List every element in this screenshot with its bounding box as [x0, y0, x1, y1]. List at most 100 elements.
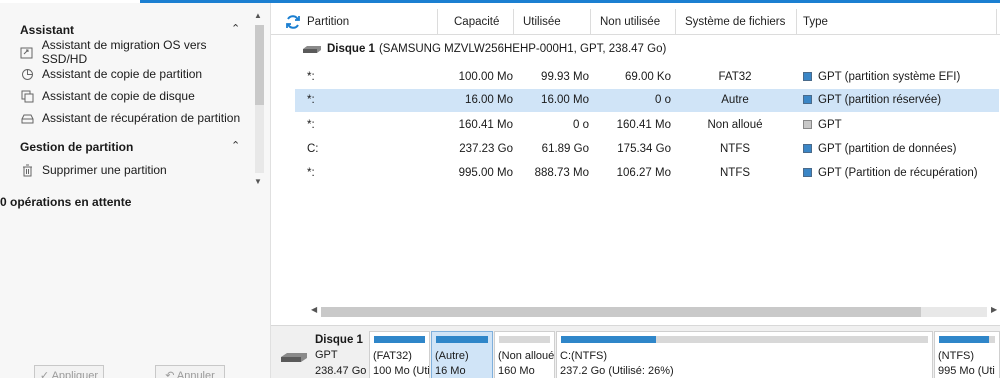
column-header-type[interactable]: Type [803, 16, 828, 28]
partition-table-panel: Partition Capacité Utilisée Non utilisée… [270, 3, 1000, 378]
disk-map-info[interactable]: Disque 1 GPT 238.47 Go [281, 331, 367, 378]
usage-bar-fill [436, 336, 488, 343]
table-row[interactable]: *: 16.00 Mo 16.00 Mo 0 o Autre GPT (part… [295, 89, 999, 112]
disk-map: Disque 1 GPT 238.47 Go (FAT32) 100 Mo (U… [271, 325, 1000, 378]
usage-bar [436, 336, 488, 343]
partition-block-size: 100 Mo (Uti [373, 365, 430, 377]
scroll-thumb[interactable] [321, 307, 921, 317]
column-header-used[interactable]: Utilisée [523, 16, 561, 28]
table-row[interactable]: *: 160.41 Mo 0 o 160.41 Mo Non alloué GP… [295, 114, 999, 137]
scroll-right-icon[interactable]: ▶ [991, 305, 997, 314]
cell-unused: 160.41 Mo [616, 119, 671, 131]
sidebar-item-label: Assistant de migration OS vers SSD/HD [41, 38, 207, 66]
scroll-track[interactable] [321, 307, 987, 317]
apply-button[interactable]: ✓ Appliquer [34, 365, 104, 378]
table-row[interactable]: C: 237.23 Go 61.89 Go 175.34 Go NTFS GPT… [295, 138, 999, 161]
cell-partition: *: [307, 94, 315, 106]
usage-bar [561, 336, 928, 343]
sidebar-item-label: Assistant de récupération de partition [42, 111, 241, 125]
left-panel: Assistant ⌃ Assistant de migration OS ve… [0, 3, 270, 378]
partition-block[interactable]: (Non alloué 160 Mo [494, 331, 555, 378]
cell-type: GPT (partition système EFI) [803, 71, 960, 83]
partition-color-swatch [803, 95, 812, 104]
cell-partition: C: [307, 143, 319, 155]
sidebar-item-copy-disk[interactable]: Assistant de copie de disque [20, 86, 195, 106]
sidebar-item-label: Assistant de copie de disque [42, 89, 195, 103]
partition-block-label: (NTFS) [938, 350, 975, 362]
left-vertical-scrollbar[interactable]: ▲ ▼ [252, 11, 266, 186]
partition-block-label: (Autre) [435, 350, 469, 362]
hard-disk-icon [303, 45, 321, 53]
table-row[interactable]: *: 100.00 Mo 99.93 Mo 69.00 Ko FAT32 GPT… [295, 66, 999, 89]
horizontal-scrollbar[interactable]: ◀ ▶ [311, 305, 1000, 319]
copy-partition-icon [20, 67, 34, 81]
usage-bar [939, 336, 995, 343]
sidebar-item-recover-partition[interactable]: Assistant de récupération de partition [20, 108, 240, 128]
cell-type-text: GPT (partition de données) [818, 143, 957, 155]
cell-unused: 69.00 Ko [624, 71, 671, 83]
trash-icon [20, 163, 34, 177]
column-divider[interactable] [796, 9, 797, 35]
hard-disk-icon [281, 353, 307, 362]
partition-color-swatch [803, 144, 812, 153]
scroll-up-icon[interactable]: ▲ [254, 11, 262, 20]
cell-used: 0 o [573, 119, 589, 131]
chevron-up-icon[interactable]: ⌃ [231, 139, 240, 152]
cell-type: GPT (partition réservée) [803, 94, 941, 106]
cell-partition: *: [307, 167, 315, 179]
disk-row[interactable]: Disque 1 (SAMSUNG MZVLW256HEHP-000H1, GP… [303, 39, 666, 59]
cell-filesystem: Autre [721, 94, 749, 106]
column-header-filesystem[interactable]: Système de fichiers [685, 16, 785, 28]
partition-color-swatch [803, 72, 812, 81]
column-divider[interactable] [513, 9, 514, 35]
partition-block[interactable]: (FAT32) 100 Mo (Uti [369, 331, 430, 378]
cell-partition: *: [307, 119, 315, 131]
cell-unused: 0 o [655, 94, 671, 106]
partition-block-label: (Non alloué [498, 350, 555, 362]
partition-block[interactable]: C:(NTFS) 237.2 Go (Utilisé: 26%) [556, 331, 933, 378]
scroll-track[interactable] [255, 25, 264, 173]
partition-block[interactable]: (NTFS) 995 Mo (Uti [934, 331, 1000, 378]
section-assistant-title[interactable]: Assistant [20, 23, 74, 37]
table-row[interactable]: *: 995.00 Mo 888.73 Mo 106.27 Mo NTFS GP… [295, 162, 999, 185]
column-divider[interactable] [996, 9, 997, 35]
cell-used: 61.89 Go [541, 143, 589, 155]
section-partition-management-title[interactable]: Gestion de partition [20, 140, 133, 154]
partition-block-size: 995 Mo (Uti [938, 365, 995, 377]
disk-name: Disque 1 [327, 43, 375, 55]
scroll-left-icon[interactable]: ◀ [311, 305, 317, 314]
disk-detail: (SAMSUNG MZVLW256HEHP-000H1, GPT, 238.47… [378, 43, 667, 55]
chevron-up-icon[interactable]: ⌃ [231, 22, 240, 35]
column-divider[interactable] [437, 9, 438, 35]
operations-list: Assistant ⌃ Assistant de migration OS ve… [0, 3, 252, 185]
refresh-icon[interactable] [285, 14, 301, 30]
cell-filesystem: NTFS [719, 167, 751, 179]
disk-map-name: Disque 1 [315, 334, 363, 346]
sidebar-item-copy-partition[interactable]: Assistant de copie de partition [20, 64, 202, 84]
column-header-partition[interactable]: Partition [307, 16, 349, 28]
sidebar-item-partial-hidden[interactable] [20, 182, 42, 185]
sidebar-item-delete-partition[interactable]: Supprimer une partition [20, 160, 167, 180]
cell-unused: 106.27 Mo [616, 167, 671, 179]
cell-type: GPT (partition de données) [803, 143, 957, 155]
usage-bar [499, 336, 550, 343]
disk-map-type: GPT [315, 349, 338, 361]
sidebar-item-label: Assistant de copie de partition [42, 67, 203, 81]
pending-operations-label: 0 opérations en attente [0, 195, 132, 209]
column-header-unused[interactable]: Non utilisée [600, 16, 660, 28]
cell-partition: *: [307, 71, 315, 83]
cell-type-text: GPT [818, 119, 842, 131]
scroll-down-icon[interactable]: ▼ [254, 177, 262, 186]
cell-filesystem: Non alloué [707, 119, 763, 131]
sidebar-item-migrate-os[interactable]: Assistant de migration OS vers SSD/HD [20, 38, 252, 66]
cell-used: 888.73 Mo [534, 167, 589, 179]
column-divider[interactable] [590, 9, 591, 35]
partition-block[interactable]: (Autre) 16 Mo [431, 331, 493, 378]
column-header-capacity[interactable]: Capacité [454, 16, 499, 28]
undo-button[interactable]: ↶ Annuler [155, 365, 225, 378]
partition-block-label: (FAT32) [373, 350, 412, 362]
sidebar-item-label: Supprimer une partition [42, 163, 167, 177]
cell-type-text: GPT (Partition de récupération) [818, 167, 978, 179]
scroll-thumb[interactable] [255, 25, 264, 105]
column-divider[interactable] [675, 9, 676, 35]
